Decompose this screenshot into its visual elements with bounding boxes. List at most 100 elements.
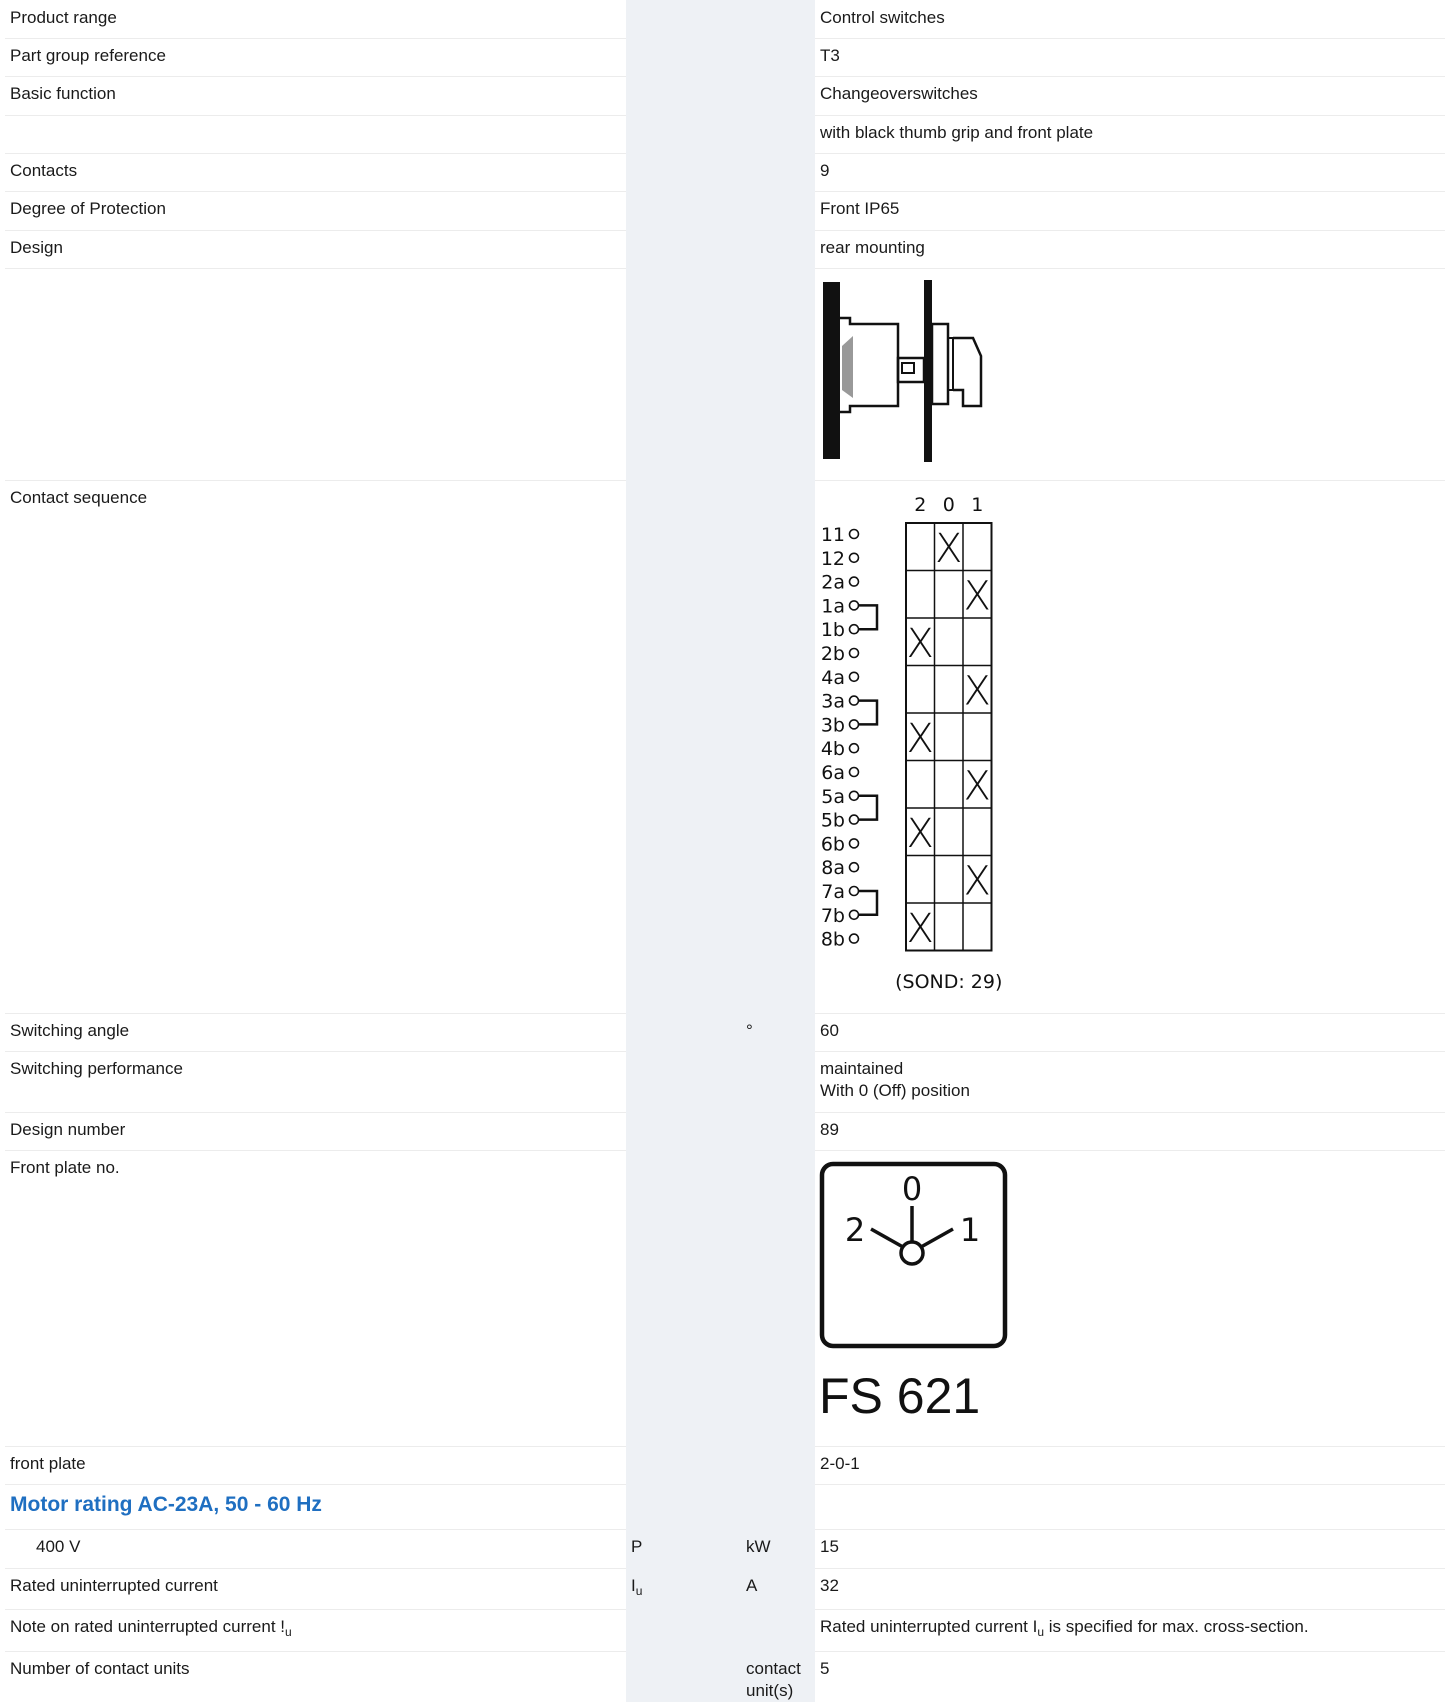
row-label: Switching angle: [10, 1021, 130, 1040]
row-value: 5: [820, 1659, 830, 1678]
row-front-plate: front plate 2-0-1: [5, 1446, 1445, 1485]
row-unit: A: [741, 1568, 815, 1609]
row-label: Contacts: [10, 161, 78, 180]
terminal-circle: [848, 742, 860, 754]
terminal-label: 1a: [821, 595, 845, 617]
terminal-circle: [848, 647, 860, 659]
terminal-label: 7b: [821, 905, 845, 927]
position-header-2: 2: [914, 494, 926, 516]
terminal-label: 4b: [821, 738, 845, 760]
row-unit: °: [741, 1013, 815, 1051]
position-header-0: 0: [943, 494, 955, 516]
row-value: 9: [820, 161, 830, 180]
terminal-circle: [848, 600, 860, 611]
row-degree-of-protection: Degree of Protection Front IP65: [5, 191, 1445, 231]
row-value: 32: [820, 1576, 839, 1595]
terminal-circle: [848, 528, 860, 540]
terminal-label: 3b: [821, 714, 845, 736]
row-value: Front IP65: [820, 199, 900, 218]
row-value: 15: [820, 1537, 839, 1556]
terminal-label: 2b: [821, 643, 845, 665]
terminal-circle: [848, 838, 860, 849]
terminal-circle: [848, 695, 860, 706]
contact-closed-mark: X: [964, 668, 991, 714]
row-value: 60: [820, 1021, 839, 1040]
row-label: Rated uninterrupted current: [10, 1576, 218, 1595]
terminal-label: 12: [821, 548, 845, 570]
row-value: rear mounting: [820, 238, 925, 257]
row-product-range: Product range Control switches: [5, 0, 1445, 39]
terminal-circle: [848, 719, 860, 730]
row-design: Design rear mounting: [5, 230, 1445, 269]
position-label-2: 2: [845, 1211, 865, 1249]
terminal-circle: [848, 861, 860, 873]
row-basic-function: Basic function Changeoverswitches: [5, 76, 1445, 116]
row-part-group-reference: Part group reference T3: [5, 38, 1445, 77]
position-header-1: 1: [971, 494, 983, 516]
section-title: Motor rating AC-23A, 50 - 60 Hz: [10, 1493, 322, 1516]
terminal-label: 3a: [821, 691, 845, 713]
row-label: Design: [10, 238, 63, 257]
terminal-label: 5b: [821, 810, 845, 832]
row-value: Control switches: [820, 8, 945, 27]
terminal-label: 11: [821, 524, 845, 546]
diagram-caption: (SOND: 29): [895, 971, 1002, 993]
row-label: Basic function: [10, 84, 116, 103]
row-note-current: Note on rated uninterrupted current !u R…: [5, 1609, 1445, 1652]
terminal-label: 1b: [821, 619, 845, 641]
row-value: maintained With 0 (Off) position: [820, 1059, 970, 1100]
row-rated-current: Rated uninterrupted current Iu A 32: [5, 1568, 1445, 1610]
terminal-label: 8b: [821, 929, 845, 951]
position-label-1: 1: [960, 1211, 980, 1249]
terminal-label: 7a: [821, 881, 845, 903]
row-unit: kW: [741, 1529, 815, 1568]
row-label: [5, 115, 626, 153]
terminal-circle: [848, 933, 860, 944]
terminal-circle: [848, 623, 860, 635]
row-value: T3: [820, 46, 840, 65]
terminal-circle: [848, 814, 860, 825]
row-label: Note on rated uninterrupted current !u: [10, 1617, 292, 1639]
terminal-circle: [848, 671, 860, 683]
terminal-bridge: [858, 889, 879, 917]
row-label: Front plate no.: [10, 1158, 120, 1177]
row-value: Changeoverswitches: [820, 84, 978, 103]
terminal-bridge: [858, 699, 879, 726]
row-label: Part group reference: [10, 46, 166, 65]
terminal-label: 2a: [821, 572, 845, 594]
row-design-image: [5, 268, 1445, 481]
row-value: Rated uninterrupted current Iu is specif…: [820, 1617, 1309, 1639]
row-label: Degree of Protection: [10, 199, 166, 218]
terminal-label: 5a: [821, 786, 845, 808]
section-motor-rating: Motor rating AC-23A, 50 - 60 Hz: [5, 1484, 1445, 1530]
contact-closed-mark: X: [907, 906, 934, 952]
terminal-bridge: [858, 794, 879, 821]
contact-closed-mark: X: [907, 716, 934, 762]
row-value: 2-0-1: [820, 1454, 860, 1473]
contact-closed-mark: X: [907, 811, 934, 857]
row-motor-400v: 400 V P kW 15: [5, 1529, 1445, 1569]
row-label: Product range: [10, 8, 117, 27]
front-plate-code: FS 621: [819, 1368, 981, 1424]
row-label: Switching performance: [10, 1059, 183, 1078]
terminal-circle: [848, 790, 860, 802]
row-value: 89: [820, 1120, 839, 1139]
row-symbol: P: [626, 1529, 741, 1568]
row-unit: contact unit(s): [741, 1651, 815, 1702]
terminal-label: 8a: [821, 857, 845, 879]
contact-closed-mark: X: [907, 621, 934, 667]
row-label: Design number: [10, 1120, 126, 1139]
row-contact-sequence: Contact sequence 2 0 1 11 12 2a 1a 1b 2b 4a 3a 3b 4b…: [5, 480, 1445, 1014]
terminal-circle: [848, 576, 860, 587]
row-switching-performance: Switching performance maintained With 0 …: [5, 1051, 1445, 1113]
terminal-label: 6b: [821, 833, 845, 855]
terminal-label: 4a: [821, 667, 845, 689]
row-label: Contact sequence: [10, 488, 148, 507]
contact-closed-mark: X: [964, 573, 991, 619]
row-label: front plate: [10, 1454, 86, 1473]
row-value: with black thumb grip and front plate: [820, 123, 1094, 142]
row-switching-angle: Switching angle ° 60: [5, 1013, 1445, 1052]
terminal-circle: [848, 909, 860, 921]
row-contacts: Contacts 9: [5, 153, 1445, 192]
contact-closed-mark: X: [964, 858, 991, 904]
